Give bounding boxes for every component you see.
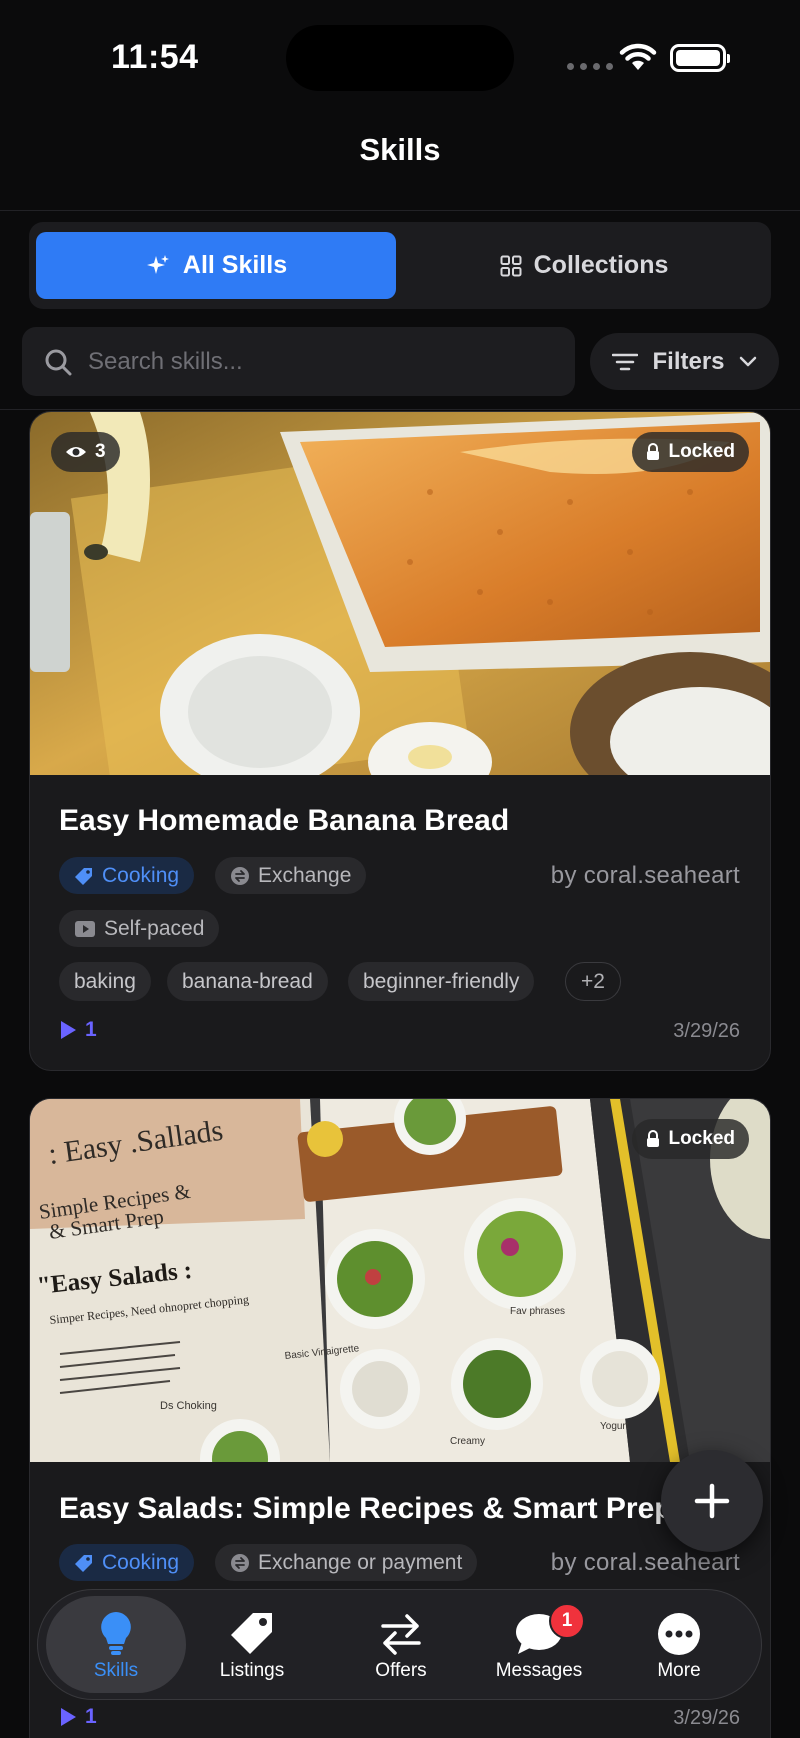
lightbulb-icon: [101, 1612, 131, 1655]
locked-label: Locked: [668, 1128, 735, 1149]
tag-chip[interactable]: baking: [59, 962, 151, 1001]
tab-offers-label: Offers: [375, 1660, 427, 1681]
author-name[interactable]: by coral.seaheart: [551, 1549, 740, 1577]
play-icon: [61, 1021, 76, 1039]
more-tags-chip[interactable]: +2: [565, 962, 621, 1001]
header-divider: [0, 210, 800, 211]
play-count-value: 1: [85, 1705, 97, 1728]
views-badge: 3: [51, 432, 120, 472]
swap-arrows-icon: [381, 1614, 421, 1655]
page-title: Skills: [359, 132, 441, 167]
tag-icon: [75, 1554, 92, 1572]
search-bar[interactable]: [22, 327, 575, 396]
exchange-chip: Exchange: [215, 857, 367, 894]
category-chip[interactable]: Cooking: [59, 857, 195, 894]
plus-icon: [694, 1483, 730, 1519]
tag-chip[interactable]: banana-bread: [167, 962, 328, 1001]
skill-title: Easy Homemade Banana Bread: [59, 804, 510, 837]
tab-skills[interactable]: Skills: [46, 1596, 186, 1693]
tag-icon: [231, 1613, 272, 1654]
status-time: 11:54: [111, 38, 199, 76]
messages-badge: 1: [549, 1603, 585, 1639]
locked-badge: Locked: [632, 432, 749, 472]
status-bar: 11:54: [0, 0, 800, 110]
book-label: Fav phrases: [510, 1306, 565, 1317]
segment-collections-label: Collections: [533, 251, 669, 279]
tag-chip[interactable]: beginner-friendly: [348, 962, 535, 1001]
category-label: Cooking: [102, 1550, 180, 1574]
play-count: 1: [59, 1705, 97, 1729]
format-label: Self-paced: [104, 916, 205, 940]
search-icon: [45, 349, 72, 375]
lock-icon: [647, 443, 660, 460]
video-play-icon: [75, 920, 95, 937]
add-skill-button[interactable]: [661, 1450, 763, 1552]
tag-icon: [75, 867, 92, 885]
lock-icon: [647, 1130, 660, 1147]
tab-messages[interactable]: Messages 1: [469, 1596, 609, 1693]
tab-more[interactable]: More: [609, 1596, 749, 1693]
locked-label: Locked: [668, 441, 735, 462]
tab-offers[interactable]: Offers: [331, 1596, 471, 1693]
segment-all-skills-label: All Skills: [182, 251, 288, 279]
skill-card-image: 3 Locked: [30, 412, 770, 775]
view-segmented-control: All Skills Collections: [29, 222, 771, 309]
skill-date: 3/29/26: [673, 1707, 740, 1729]
tab-more-label: More: [657, 1660, 701, 1681]
play-count: 1: [59, 1018, 97, 1042]
format-chip: Self-paced: [59, 910, 220, 947]
tab-messages-label: Messages: [495, 1660, 583, 1681]
exchange-icon: [231, 1553, 249, 1572]
book-label: Ds Choking: [160, 1400, 217, 1412]
skill-date: 3/29/26: [673, 1020, 740, 1042]
exchange-chip: Exchange or payment: [215, 1544, 478, 1581]
list-divider: [0, 409, 800, 410]
segment-all-skills[interactable]: All Skills: [36, 232, 396, 299]
search-input[interactable]: [88, 347, 528, 376]
book-label: Creamy: [450, 1436, 485, 1447]
skill-card-image: : Easy .Sallads Simple Recipes & & Smart…: [30, 1099, 770, 1462]
tab-listings-label: Listings: [219, 1660, 285, 1681]
eye-icon: [66, 447, 86, 457]
chevron-down-icon: [739, 356, 756, 366]
category-label: Cooking: [102, 863, 180, 887]
tab-bar: Skills Listings Offers Messages 1 More: [37, 1589, 762, 1700]
play-count-value: 1: [85, 1018, 97, 1041]
tab-skills-label: Skills: [93, 1660, 139, 1681]
more-dots-icon: [658, 1613, 700, 1655]
tab-listings[interactable]: Listings: [182, 1596, 322, 1693]
play-icon: [61, 1708, 76, 1726]
book-label: Yogurt: [600, 1421, 629, 1432]
skill-card[interactable]: 3 Locked Easy Homemade Banana Bread Cook…: [29, 411, 771, 1071]
filter-lines-icon: [612, 353, 639, 370]
battery-icon: [670, 44, 730, 72]
exchange-label: Exchange or payment: [258, 1550, 463, 1574]
locked-badge: Locked: [632, 1119, 749, 1159]
sparkle-icon: [146, 254, 169, 274]
views-count: 3: [95, 441, 106, 462]
grid-icon: [500, 255, 522, 276]
filters-label: Filters: [652, 347, 725, 375]
exchange-label: Exchange: [258, 863, 352, 887]
exchange-icon: [231, 866, 249, 885]
cellular-signal-icon: [567, 63, 613, 70]
segment-collections[interactable]: Collections: [404, 232, 764, 299]
wifi-icon: [619, 43, 657, 70]
skill-title: Easy Salads: Simple Recipes & Smart Prep: [59, 1492, 673, 1525]
dynamic-island: [286, 25, 514, 91]
category-chip[interactable]: Cooking: [59, 1544, 195, 1581]
filters-button[interactable]: Filters: [590, 333, 779, 390]
author-name[interactable]: by coral.seaheart: [551, 862, 740, 890]
